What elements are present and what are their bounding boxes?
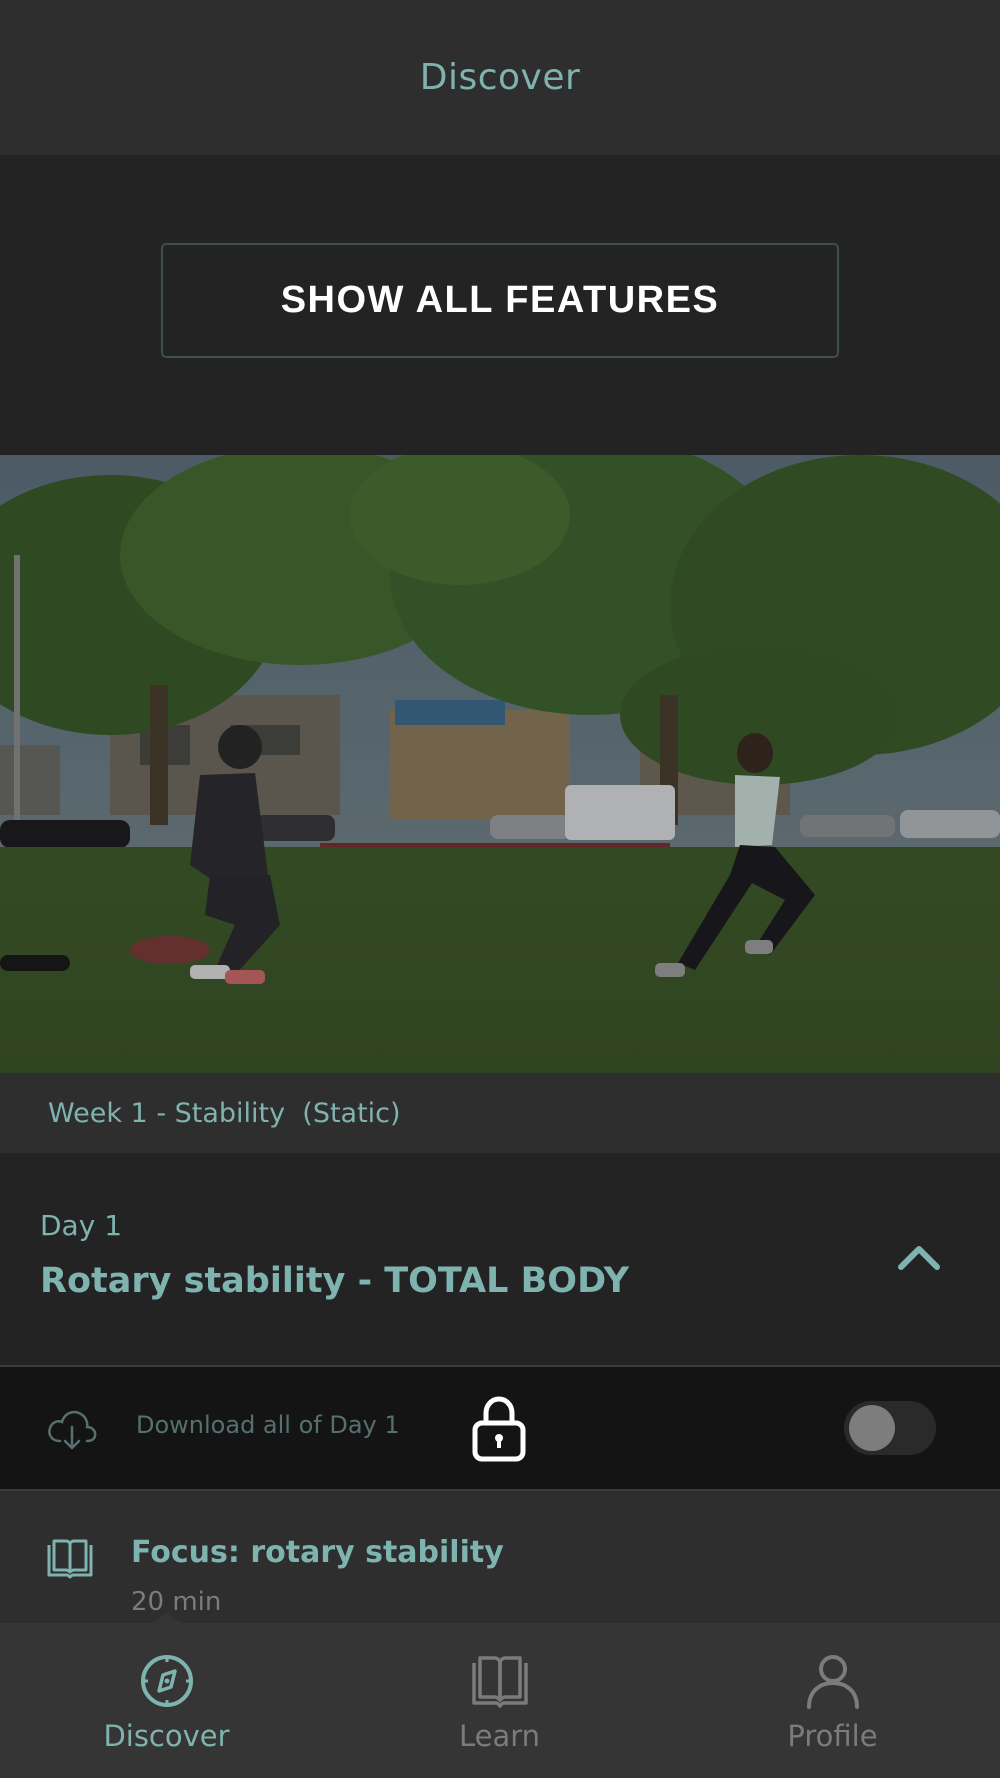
day-title: Rotary stability - TOTAL BODY	[40, 1261, 629, 1301]
lock-icon[interactable]	[470, 1393, 528, 1463]
hero-illustration	[0, 455, 1000, 1073]
focus-title: Focus: rotary stability	[131, 1535, 504, 1570]
week-label: Week 1 - Stability (Static)	[48, 1097, 401, 1129]
hero-photo[interactable]	[0, 455, 1000, 1073]
toggle-knob	[849, 1405, 895, 1451]
tab-discover-label: Discover	[103, 1719, 230, 1753]
tab-profile[interactable]: Profile	[666, 1623, 999, 1778]
bottom-tab-bar: Discover Learn Profile	[0, 1613, 1000, 1778]
cloud-download-icon	[48, 1410, 97, 1450]
page-title: Discover	[419, 57, 581, 98]
person-icon	[807, 1655, 859, 1709]
day-number-label: Day 1	[40, 1209, 123, 1242]
tab-profile-label: Profile	[787, 1719, 878, 1753]
tab-learn-label: Learn	[458, 1719, 541, 1753]
features-section: SHOW ALL FEATURES	[0, 155, 1000, 455]
compass-icon	[141, 1655, 193, 1707]
download-row: Download all of Day 1	[0, 1367, 1000, 1491]
chevron-up-icon[interactable]	[898, 1241, 940, 1271]
download-all-label: Download all of Day 1	[136, 1411, 400, 1439]
top-header: Discover	[0, 0, 1000, 155]
focus-list-item[interactable]: Focus: rotary stability 20 min	[0, 1491, 1000, 1623]
day-panel[interactable]: Day 1 Rotary stability - TOTAL BODY	[0, 1153, 1000, 1367]
show-all-features-button[interactable]: SHOW ALL FEATURES	[161, 243, 839, 358]
book-icon	[47, 1539, 93, 1579]
download-toggle[interactable]	[844, 1401, 936, 1455]
tab-learn[interactable]: Learn	[333, 1623, 666, 1778]
tab-discover[interactable]: Discover	[0, 1623, 333, 1778]
week-header: Week 1 - Stability (Static)	[0, 1073, 1000, 1153]
book-icon	[472, 1656, 528, 1708]
